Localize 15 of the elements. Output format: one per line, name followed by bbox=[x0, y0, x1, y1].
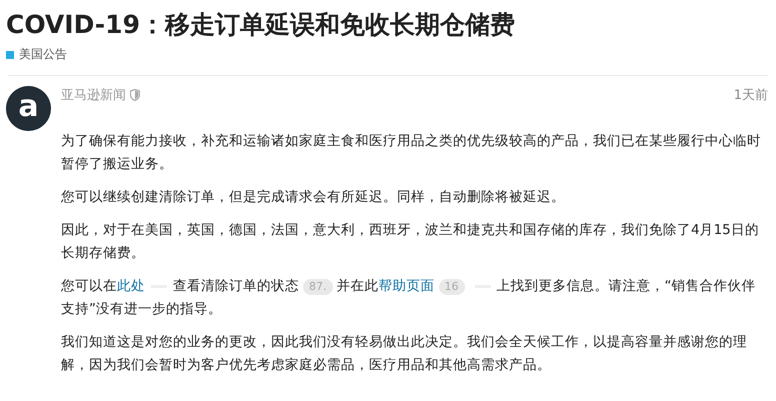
click-count: 87. bbox=[303, 279, 332, 295]
post-paragraph: 因此，对于在美国，英国，德国，法国，意大利，西班牙，波兰和捷克共和国存储的库存，我们免除了4月15日的长期存储费。 bbox=[61, 221, 760, 263]
author-name[interactable]: 亚马逊新闻 bbox=[61, 86, 126, 104]
post-time: 1天前 bbox=[734, 87, 768, 104]
category-link[interactable]: 美国公告 bbox=[6, 46, 67, 63]
avatar[interactable]: a bbox=[6, 86, 51, 131]
post-paragraph: 我们知道这是对您的业务的更改，因此我们没有轻易做出此决定。我们会全天候工作，以提高容量并感谢您的理解，因为我们会暂时为客户优先考虑家庭必需品，医疗用品和其他高需求产品。 bbox=[61, 333, 748, 375]
page-title: COVID-19：移走订单延误和免收长期仓储费 bbox=[6, 9, 516, 41]
click-count: 16 bbox=[438, 279, 464, 295]
shield-icon bbox=[130, 89, 140, 101]
text-link[interactable]: 此处 bbox=[117, 278, 145, 294]
text-link[interactable]: 帮助页面 bbox=[378, 278, 434, 294]
post-paragraph: 您可以在此处 查看清除订单的状态 87. 并在此帮助页面 16 上找到更多信息。请注意，“销售合作伙伴支持”没有进一步的指导。 bbox=[61, 277, 756, 319]
post-paragraph: 您可以继续创建清除订单，但是完成请求会有所延迟。同样，自动删除将被延迟。 bbox=[61, 188, 566, 207]
post-paragraph: 为了确保有能力接收，补充和运输诸如家庭主食和医疗用品之类的优先级较高的产品，我们已在某些履行中心临时暂停了搬运业务。 bbox=[61, 132, 762, 174]
